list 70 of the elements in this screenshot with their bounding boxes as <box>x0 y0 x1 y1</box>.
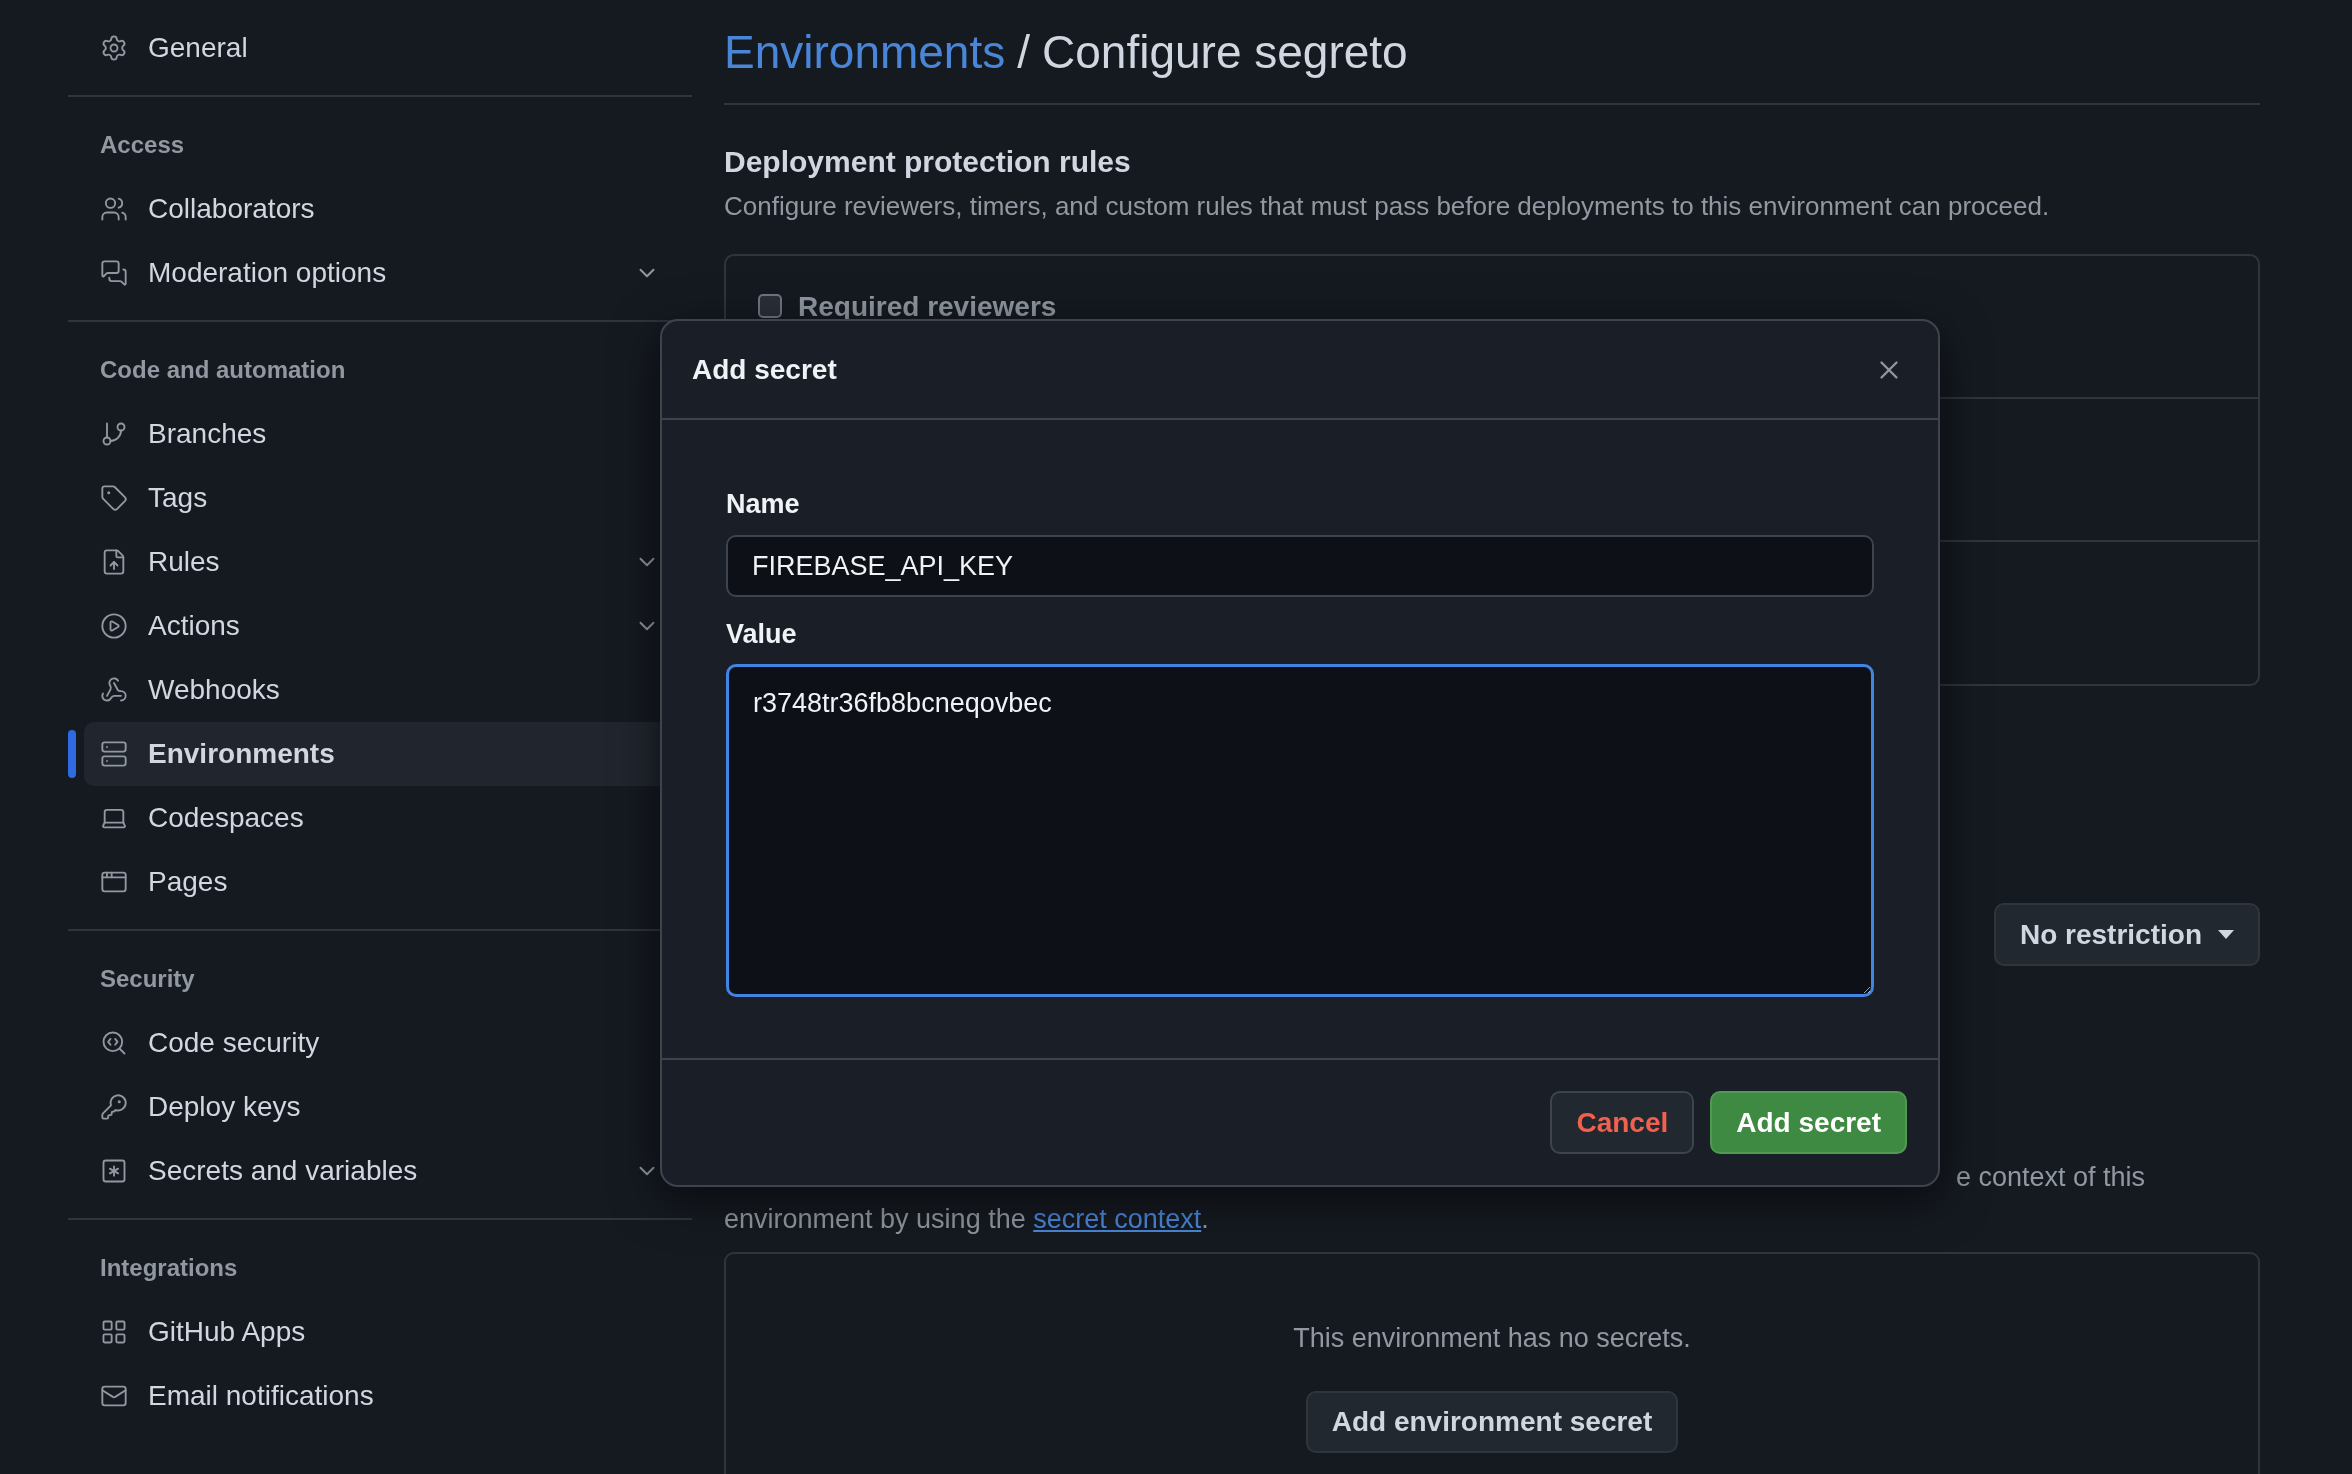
sidebar-item-label: Actions <box>148 610 241 642</box>
sidebar-item[interactable]: Collaborators <box>84 177 692 241</box>
sidebar-item-label: Code security <box>148 1027 321 1059</box>
branch-icon <box>100 420 128 448</box>
field-label: Value <box>726 618 798 650</box>
code-search-icon <box>100 1029 128 1057</box>
field-label: Name <box>726 488 801 520</box>
cancel-button[interactable]: Cancel <box>1550 1091 1695 1154</box>
sidebar-item[interactable]: Webhooks <box>84 658 692 722</box>
secrets-description: e context of this <box>1956 1162 2146 1192</box>
sidebar-item-label: Tags <box>148 482 209 514</box>
branch-restriction-dropdown[interactable]: No restriction <box>1993 903 2260 966</box>
sidebar-item-label: GitHub Apps <box>148 1316 307 1348</box>
sidebar-heading: Code and automation <box>99 355 347 385</box>
sidebar-heading: Integrations <box>99 1253 239 1283</box>
sidebar-item[interactable]: Actions <box>84 594 692 658</box>
add-environment-secret-button[interactable]: Add environment secret <box>1305 1391 1679 1453</box>
empty-message: This environment has no secrets. <box>1293 1322 1691 1355</box>
sidebar-item-label: Branches <box>148 418 268 450</box>
sidebar-item-label: Codespaces <box>148 802 305 834</box>
period: . <box>1201 1204 1209 1234</box>
sidebar-item-label: Environments <box>148 738 336 770</box>
sidebar-item-label: Pages <box>148 866 229 898</box>
key-icon <box>100 1093 128 1121</box>
sidebar-heading: Security <box>99 964 196 994</box>
sidebar-item[interactable]: Pages <box>84 850 692 914</box>
play-circle-icon <box>100 612 128 640</box>
sidebar-item-label: Email notifications <box>148 1380 375 1412</box>
webhook-icon <box>100 676 128 704</box>
caret-icon <box>2218 929 2234 940</box>
checkbox[interactable] <box>758 294 782 318</box>
sidebar-item[interactable]: Rules <box>84 530 692 594</box>
section-description: Configure reviewers, timers, and custom rules that must pass before deployments to this environment can proceed. <box>724 190 2051 223</box>
speech-bubbles-icon <box>100 259 128 287</box>
breadcrumb-separator: / <box>1017 26 1030 78</box>
people-icon <box>100 195 128 223</box>
sidebar-heading: Access <box>99 130 186 160</box>
submit-button[interactable]: Add secret <box>1710 1091 1907 1154</box>
asterisk-square-icon <box>100 1157 128 1185</box>
sidebar-item[interactable]: Tags <box>84 466 692 530</box>
sidebar-item-label: Webhooks <box>148 674 281 706</box>
rule-label: Required reviewers <box>798 294 1057 320</box>
sidebar-item[interactable]: Code security <box>84 1011 692 1075</box>
sidebar-item[interactable]: Secrets and variables <box>84 1139 692 1203</box>
sidebar-item-label: Moderation options <box>148 257 388 289</box>
sidebar-item-label: Secrets and variables <box>148 1155 419 1187</box>
secret-context-link[interactable]: secret context <box>1033 1204 1202 1234</box>
sidebar-item[interactable]: Email notifications <box>84 1364 692 1428</box>
page-title: Configure segreto <box>1042 26 1408 78</box>
sidebar-item[interactable]: Moderation options <box>84 241 692 305</box>
sidebar-item-label: Collaborators <box>148 193 316 225</box>
sidebar-item-label: Rules <box>148 546 221 578</box>
section-title: Deployment protection rules <box>724 144 1132 180</box>
sidebar-item[interactable]: Branches <box>84 402 692 466</box>
breadcrumb-link[interactable]: Environments <box>724 26 1006 78</box>
active-indicator <box>68 730 76 778</box>
value-textarea[interactable]: r3748tr36fb8bcneqovbec <box>726 664 1874 997</box>
server-icon <box>100 740 128 768</box>
sidebar-item[interactable]: Codespaces <box>84 786 692 850</box>
sidebar-item[interactable]: General <box>84 16 692 80</box>
secrets-description: environment by using the <box>724 1204 1027 1234</box>
gear-icon <box>100 34 128 62</box>
grid-icon <box>100 1318 128 1346</box>
sidebar-item[interactable]: GitHub Apps <box>84 1300 692 1364</box>
sidebar-item-label: Deploy keys <box>148 1091 302 1123</box>
name-input[interactable]: FIREBASE_API_KEY <box>726 535 1874 597</box>
sidebar-item-label: General <box>148 32 249 64</box>
dialog-title: Add secret <box>692 353 837 386</box>
tag-icon <box>100 484 128 512</box>
sidebar-item[interactable]: Deploy keys <box>84 1075 692 1139</box>
